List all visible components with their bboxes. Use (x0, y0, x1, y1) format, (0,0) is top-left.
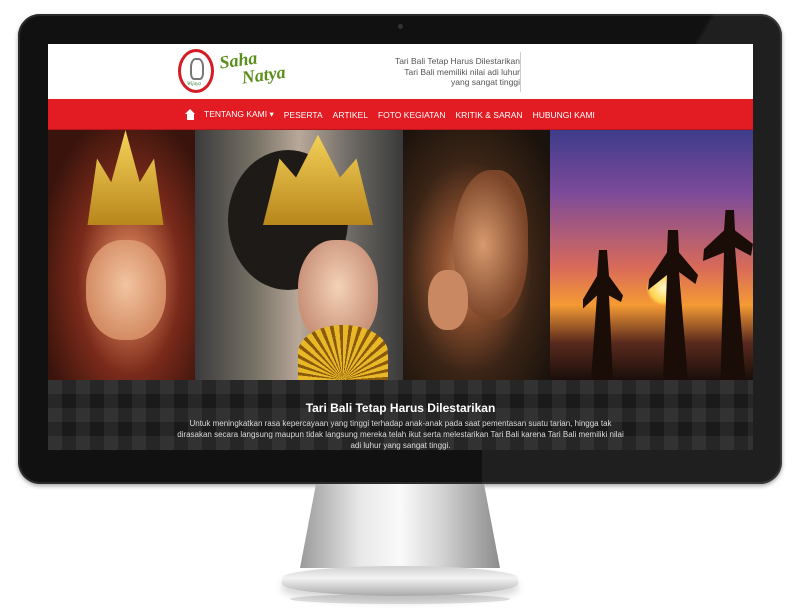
nav-item-tentang-kami[interactable]: TENTANG KAMI ▾ (204, 109, 274, 120)
nav-list: TENTANG KAMI ▾ PESERTA ARTIKEL FOTO KEGI… (185, 99, 605, 130)
tagline-line-2: Tari Bali memiliki nilai adi luhur (404, 66, 520, 77)
tagline-line-1: Tari Bali Tetap Harus Dilestarikan (394, 56, 520, 66)
monitor-stand-base (282, 566, 518, 596)
fan-shape (298, 325, 388, 380)
dancer-figure-icon (190, 58, 204, 80)
nav-item-peserta[interactable]: PESERTA (284, 110, 323, 120)
caption-text: Untuk meningkatkan rasa kepercayaan yang… (177, 419, 624, 450)
monitor-mockup: Wijaya Saha Natya Tari Bali Tetap Harus … (0, 0, 800, 616)
hero-slider[interactable] (48, 130, 753, 380)
home-icon[interactable] (185, 109, 196, 120)
slider-caption: Tari Bali Tetap Harus Dilestarikan Untuk… (48, 380, 753, 450)
tagline-divider (520, 52, 521, 92)
monitor-stand-neck (300, 484, 500, 568)
logo-wordmark[interactable]: Saha Natya (218, 44, 304, 99)
logo-emblem-text: Wijaya (187, 82, 201, 87)
site-header: Wijaya Saha Natya Tari Bali Tetap Harus … (48, 44, 753, 99)
nav-item-artikel[interactable]: ARTIKEL (333, 110, 368, 120)
website-screen: Wijaya Saha Natya Tari Bali Tetap Harus … (48, 44, 753, 450)
face-shape-1 (86, 240, 166, 340)
header-tagline: Tari Bali Tetap Harus Dilestarikan Tari … (395, 56, 520, 88)
nav-item-foto-kegiatan[interactable]: FOTO KEGIATAN (378, 110, 446, 120)
tagline-line-3: yang sangat tinggi (451, 77, 520, 87)
hand-shape-3 (428, 270, 468, 330)
caption-title: Tari Bali Tetap Harus Dilestarikan (305, 401, 496, 415)
nav-item-hubungi-kami[interactable]: HUBUNGI KAMI (533, 110, 595, 120)
main-navigation: TENTANG KAMI ▾ PESERTA ARTIKEL FOTO KEGI… (48, 99, 753, 130)
camera-icon (398, 24, 403, 29)
logo-emblem[interactable]: Wijaya (178, 49, 214, 93)
nav-item-kritik-saran[interactable]: KRITIK & SARAN (456, 110, 523, 120)
